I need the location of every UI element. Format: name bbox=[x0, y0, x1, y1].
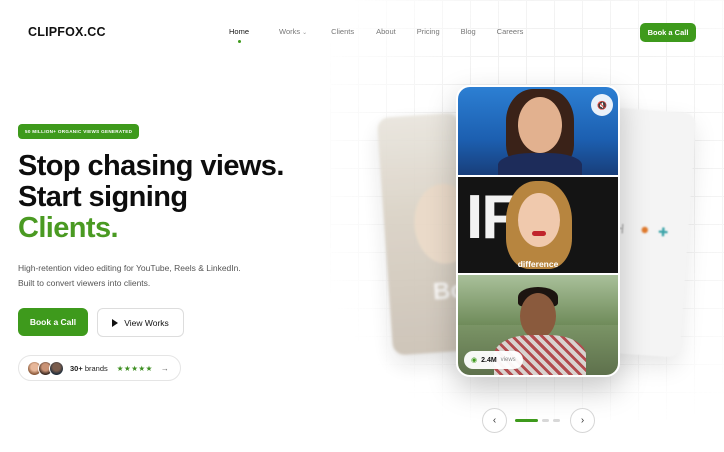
mute-icon[interactable]: 🔇 bbox=[591, 94, 613, 116]
video-caption: difference bbox=[517, 259, 559, 269]
eye-icon: ◉ bbox=[471, 357, 478, 364]
chevron-down-icon: ⌄ bbox=[302, 30, 308, 36]
video-showcase-card[interactable]: IFE difference 🔇 ◉ 2.4M views bbox=[456, 85, 620, 377]
hero-subtext: High-retention video editing for YouTube… bbox=[18, 261, 241, 290]
headline-line-2: Start signing bbox=[18, 181, 188, 213]
client-avatars bbox=[27, 360, 64, 376]
play-icon bbox=[112, 318, 119, 327]
view-works-label: View Works bbox=[124, 317, 169, 328]
nav-link-about[interactable]: About bbox=[376, 27, 396, 36]
headline-line-1: Stop chasing views. bbox=[18, 150, 284, 182]
carousel-next-button[interactable]: › bbox=[570, 408, 595, 433]
active-indicator bbox=[237, 40, 241, 43]
views-badge: 50 MILLION+ ORGANIC VIEWS GENERATED bbox=[18, 124, 140, 139]
views-count: 2.4M bbox=[481, 356, 497, 364]
top-navigation: CLIPFOX.CC Home Works ⌄ Clients About Pri… bbox=[0, 0, 724, 64]
carousel-prev-button[interactable]: ‹ bbox=[482, 408, 507, 433]
nav-link-blog[interactable]: Blog bbox=[461, 27, 476, 36]
brands-count: 30+ brands bbox=[70, 363, 108, 373]
headline-line-3: Clients. bbox=[18, 212, 119, 244]
nav-links: Home Works ⌄ Clients About Pricing Blog C… bbox=[229, 27, 524, 43]
subtext-line-1: High-retention video editing for YouTube… bbox=[18, 263, 241, 273]
chevron-right-icon: › bbox=[580, 415, 585, 426]
subtext-line-2: Built to convert viewers into clients. bbox=[18, 277, 151, 288]
nav-link-home[interactable]: Home bbox=[229, 27, 249, 43]
video-panel-2: IFE difference bbox=[458, 177, 618, 273]
logo[interactable]: CLIPFOX.CC bbox=[28, 25, 106, 39]
social-proof-pill[interactable]: 30+ brands ★★★★★ → bbox=[18, 355, 181, 381]
nav-link-careers[interactable]: Careers bbox=[497, 27, 524, 36]
avatar bbox=[49, 360, 64, 376]
book-call-button[interactable]: Book a Call bbox=[18, 308, 88, 336]
carousel-dot[interactable] bbox=[515, 419, 538, 422]
star-icon: ★★★★★ bbox=[116, 363, 153, 373]
view-works-button[interactable]: View Works bbox=[97, 308, 184, 337]
nav-link-works[interactable]: Works ⌄ bbox=[279, 27, 307, 36]
carousel-dot[interactable] bbox=[553, 419, 560, 422]
hero-headline: Stop chasing views. Start signing Client… bbox=[18, 151, 284, 244]
views-label: views bbox=[500, 357, 516, 363]
carousel-dot[interactable] bbox=[542, 419, 549, 422]
nav-link-clients[interactable]: Clients bbox=[331, 27, 354, 36]
nav-link-pricing[interactable]: Pricing bbox=[417, 27, 440, 36]
arrow-right-icon: → bbox=[160, 363, 169, 373]
nav-book-call-button[interactable]: Book a Call bbox=[640, 23, 696, 42]
views-counter: ◉ 2.4M views bbox=[464, 351, 523, 369]
chevron-left-icon: ‹ bbox=[492, 415, 497, 426]
carousel-dots bbox=[515, 419, 560, 422]
